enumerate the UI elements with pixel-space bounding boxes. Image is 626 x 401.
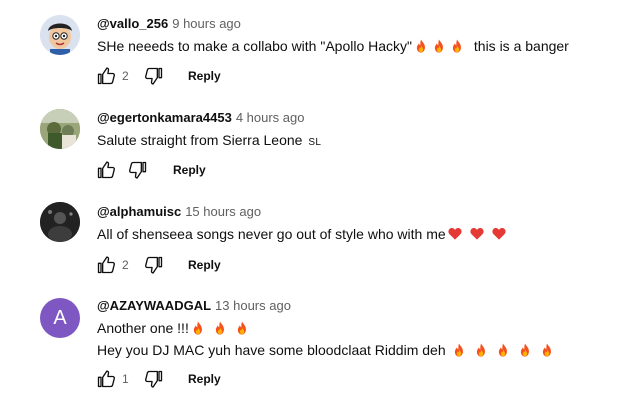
reply-button[interactable]: Reply	[188, 69, 221, 83]
fire-emoji-icon	[213, 321, 227, 335]
comment-author[interactable]: @alphamuisc	[97, 204, 181, 219]
thumb-down-icon	[144, 255, 164, 275]
comment-body-tail: this is a banger	[473, 38, 569, 54]
thumb-up-icon	[96, 255, 116, 275]
heart-emoji-icon	[470, 227, 484, 240]
comment-author[interactable]: @vallo_256	[97, 16, 168, 31]
reply-button[interactable]: Reply	[188, 258, 221, 272]
comment-body: Salute straight from Sierra Leone	[97, 132, 303, 148]
thumb-down-icon	[128, 160, 148, 180]
comment-time[interactable]: 13 hours ago	[215, 298, 291, 313]
like-button[interactable]	[96, 66, 116, 86]
comment-meta: @alphamuisc 15 hours ago	[97, 203, 261, 221]
comment-text: SHe neeeds to make a collabo with "Apoll…	[97, 36, 569, 56]
avatar[interactable]	[40, 109, 80, 149]
thumb-down-icon	[144, 369, 164, 389]
thumb-up-icon	[96, 160, 116, 180]
dislike-button[interactable]	[144, 369, 164, 389]
comment-author[interactable]: @AZAYWAADGAL	[97, 298, 211, 313]
comment-time[interactable]: 15 hours ago	[185, 204, 261, 219]
reply-button[interactable]: Reply	[188, 372, 221, 386]
dislike-button[interactable]	[144, 66, 164, 86]
photo-avatar-icon	[40, 109, 80, 149]
like-button[interactable]	[96, 369, 116, 389]
fire-emoji-icon	[432, 39, 446, 53]
avatar[interactable]: A	[40, 298, 80, 338]
thumb-down-icon	[144, 66, 164, 86]
like-button[interactable]	[96, 160, 116, 180]
comment-text: Another one !!!	[97, 318, 251, 338]
comment-meta: @egertonkamara4453 4 hours ago	[97, 109, 304, 127]
fire-emoji-icon	[235, 321, 249, 335]
comment-text-line2: Hey you DJ MAC yuh have some bloodclaat …	[97, 340, 556, 360]
comment-actions	[96, 158, 148, 182]
fire-emoji-icon	[540, 343, 554, 357]
fire-emoji-icon	[191, 321, 205, 335]
fire-emoji-icon	[474, 343, 488, 357]
avatar-letter: A	[53, 306, 67, 329]
avatar[interactable]	[40, 15, 80, 55]
comment-actions: 1	[96, 367, 164, 391]
dislike-button[interactable]	[144, 255, 164, 275]
fire-emoji-icon	[414, 39, 428, 53]
comment-body: SHe neeeds to make a collabo with "Apoll…	[97, 38, 412, 54]
comment-time[interactable]: 9 hours ago	[172, 16, 241, 31]
comment-body: All of shenseea songs never go out of st…	[97, 226, 446, 242]
comment-actions: 2	[96, 253, 164, 277]
reply-button[interactable]: Reply	[173, 163, 206, 177]
comment-text: All of shenseea songs never go out of st…	[97, 224, 508, 244]
like-count: 1	[122, 372, 129, 386]
fire-emoji-icon	[518, 343, 532, 357]
fire-emoji-icon	[496, 343, 510, 357]
comment-body: Hey you DJ MAC yuh have some bloodclaat …	[97, 342, 446, 358]
thumb-up-icon	[96, 369, 116, 389]
comment-time[interactable]: 4 hours ago	[236, 110, 305, 125]
comment-actions: 2	[96, 64, 164, 88]
heart-emoji-icon	[492, 227, 506, 240]
fire-emoji-icon	[452, 343, 466, 357]
comment-meta: @AZAYWAADGAL 13 hours ago	[97, 297, 291, 315]
like-button[interactable]	[96, 255, 116, 275]
heart-emoji-icon	[448, 227, 462, 240]
avatar[interactable]	[40, 202, 80, 242]
dark-photo-avatar-icon	[40, 202, 80, 242]
flag-emoji: SL	[308, 137, 322, 148]
like-count: 2	[122, 69, 129, 83]
comment-author[interactable]: @egertonkamara4453	[97, 110, 232, 125]
thumb-up-icon	[96, 66, 116, 86]
cartoon-avatar-icon	[40, 15, 80, 55]
fire-emoji-icon	[450, 39, 464, 53]
comment-body: Another one !!!	[97, 320, 189, 336]
comment-text: Salute straight from Sierra Leone SL	[97, 130, 321, 153]
comment-meta: @vallo_256 9 hours ago	[97, 15, 241, 33]
dislike-button[interactable]	[128, 160, 148, 180]
like-count: 2	[122, 258, 129, 272]
